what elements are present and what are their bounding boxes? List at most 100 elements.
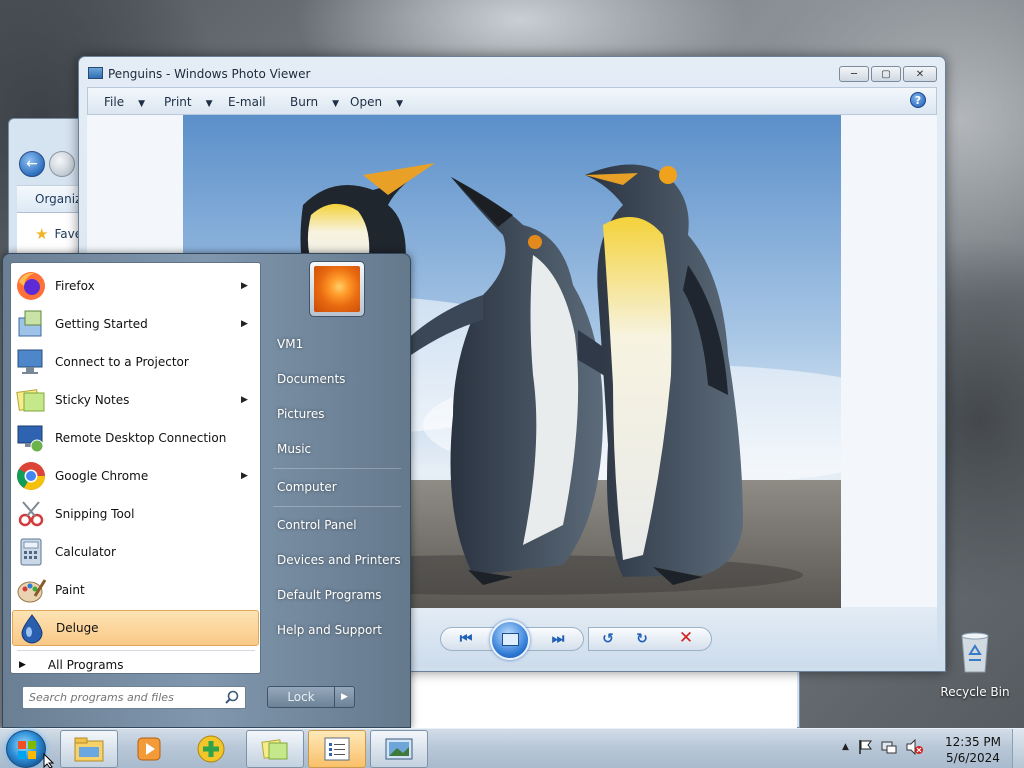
show-desktop-button[interactable] (1012, 729, 1024, 768)
lock-button[interactable]: Lock (267, 686, 335, 708)
folder-icon (74, 737, 104, 762)
sticky-notes-icon (15, 384, 47, 416)
separator (273, 506, 401, 507)
getting-started-icon (15, 308, 47, 340)
program-paint[interactable]: Paint (12, 572, 259, 608)
slide-show-icon (502, 633, 519, 646)
recycle-bin-label: Recycle Bin (940, 685, 1010, 699)
program-calculator[interactable]: Calculator (12, 534, 259, 570)
volume-muted-icon[interactable] (905, 739, 923, 755)
chevron-down-icon: ▼ (332, 99, 340, 109)
recycle-bin-shortcut[interactable]: Recycle Bin (940, 630, 1010, 699)
close-button[interactable]: ✕ (903, 66, 937, 82)
chrome-icon (15, 460, 47, 492)
menu-email[interactable]: E-mail (228, 95, 266, 109)
menu-bar: File ▼ Print ▼ E-mail Burn ▼ Open ▼ ? (87, 87, 937, 115)
previous-icon[interactable]: ⏮ (456, 629, 476, 649)
taskbar-app-plus[interactable] (182, 730, 240, 768)
maximize-button[interactable]: ▢ (871, 66, 901, 82)
network-icon[interactable] (881, 739, 897, 755)
rotate-clockwise-icon[interactable]: ↻ (632, 629, 652, 649)
rotate-counterclockwise-icon[interactable]: ↺ (598, 629, 618, 649)
submenu-arrow-icon: ▶ (241, 471, 248, 481)
right-item-vm1[interactable]: VM1 (277, 337, 303, 351)
right-item-documents[interactable]: Documents (277, 372, 345, 386)
menu-burn[interactable]: Burn ▼ (290, 95, 339, 109)
slide-show-button[interactable] (490, 620, 530, 660)
separator (273, 468, 401, 469)
favorites-item[interactable]: ★ Fave (35, 225, 82, 243)
right-item-music[interactable]: Music (277, 442, 311, 456)
program-firefox[interactable]: Firefox ▶ (12, 268, 259, 304)
projector-icon (15, 346, 47, 378)
clock-time: 12:35 PM (945, 735, 1001, 749)
program-deluge[interactable]: Deluge (12, 610, 259, 646)
forward-button[interactable] (49, 151, 75, 177)
program-sticky-notes[interactable]: Sticky Notes ▶ (12, 382, 259, 418)
show-hidden-icons-icon[interactable]: ▲ (842, 742, 849, 752)
chevron-down-icon: ▼ (138, 99, 146, 109)
right-item-default-programs[interactable]: Default Programs (277, 588, 382, 602)
taskbar-windows-explorer[interactable] (60, 730, 118, 768)
next-icon[interactable]: ⏭ (548, 629, 568, 649)
window-title: Penguins - Windows Photo Viewer (108, 67, 311, 81)
program-getting-started[interactable]: Getting Started ▶ (12, 306, 259, 342)
lock-control: Lock ▶ (267, 686, 357, 708)
right-item-devices-and-printers[interactable]: Devices and Printers (277, 553, 401, 567)
search-box[interactable] (22, 686, 246, 709)
menu-print[interactable]: Print ▼ (164, 95, 213, 109)
right-item-control-panel[interactable]: Control Panel (277, 518, 357, 532)
sticky-notes-icon (261, 739, 288, 760)
back-button[interactable]: ← (19, 151, 45, 177)
submenu-arrow-icon: ▶ (241, 281, 248, 291)
separator (17, 650, 255, 651)
media-player-icon (137, 737, 161, 761)
start-button[interactable] (6, 730, 46, 768)
shutdown-options-arrow-icon[interactable]: ▶ (335, 686, 355, 708)
recycle-bin-icon (961, 632, 989, 673)
user-picture[interactable] (309, 261, 365, 317)
mouse-cursor-icon (43, 753, 55, 768)
chevron-down-icon: ▼ (396, 99, 403, 109)
deluge-icon (16, 612, 48, 644)
menu-file[interactable]: File ▼ (104, 95, 145, 109)
submenu-arrow-icon: ▶ (241, 395, 248, 405)
right-item-help-and-support[interactable]: Help and Support (277, 623, 382, 637)
remote-desktop-icon (15, 422, 47, 454)
program-snipping-tool[interactable]: Snipping Tool (12, 496, 259, 532)
program-remote-desktop-connection[interactable]: Remote Desktop Connection (12, 420, 259, 456)
right-item-pictures[interactable]: Pictures (277, 407, 325, 421)
taskbar-sticky-notes[interactable] (246, 730, 304, 768)
program-google-chrome[interactable]: Google Chrome ▶ (12, 458, 259, 494)
minimize-button[interactable]: ─ (839, 66, 869, 82)
organize-button[interactable]: Organiz (35, 192, 81, 206)
list-icon (324, 737, 350, 761)
action-center-flag-icon[interactable] (857, 739, 873, 755)
photo-viewer-app-icon (88, 67, 103, 79)
all-programs-button[interactable]: ▶ All Programs (19, 658, 124, 672)
clock[interactable]: 12:35 PM 5/6/2024 (940, 734, 1006, 766)
delete-icon[interactable]: ✕ (676, 628, 696, 648)
viewer-controls: ⏮ ⏭ ↺ ↻ ✕ (440, 620, 712, 660)
snipping-tool-icon (15, 498, 47, 530)
star-icon: ★ (35, 225, 49, 243)
windows-logo-icon (18, 741, 36, 759)
photo-viewer-icon (385, 738, 413, 760)
taskbar-photo-viewer[interactable] (370, 730, 428, 768)
taskbar-media-player[interactable] (120, 730, 178, 768)
taskbar-task-list[interactable] (308, 730, 366, 768)
paint-icon (15, 574, 47, 606)
calculator-icon (15, 536, 47, 568)
menu-open[interactable]: Open ▼ (350, 95, 403, 109)
user-flower-image (314, 266, 360, 312)
right-item-computer[interactable]: Computer (277, 480, 337, 494)
help-icon[interactable]: ? (910, 92, 926, 108)
system-tray: ▲ (842, 739, 923, 755)
title-bar[interactable]: Penguins - Windows Photo Viewer ─ ▢ ✕ (79, 57, 945, 87)
firefox-icon (15, 270, 47, 302)
plus-icon (197, 735, 225, 763)
chevron-down-icon: ▼ (205, 99, 213, 109)
search-input[interactable] (23, 687, 213, 708)
taskbar: ▲ 12:35 PM 5/6/2024 (0, 728, 1024, 768)
program-connect-to-a-projector[interactable]: Connect to a Projector (12, 344, 259, 380)
